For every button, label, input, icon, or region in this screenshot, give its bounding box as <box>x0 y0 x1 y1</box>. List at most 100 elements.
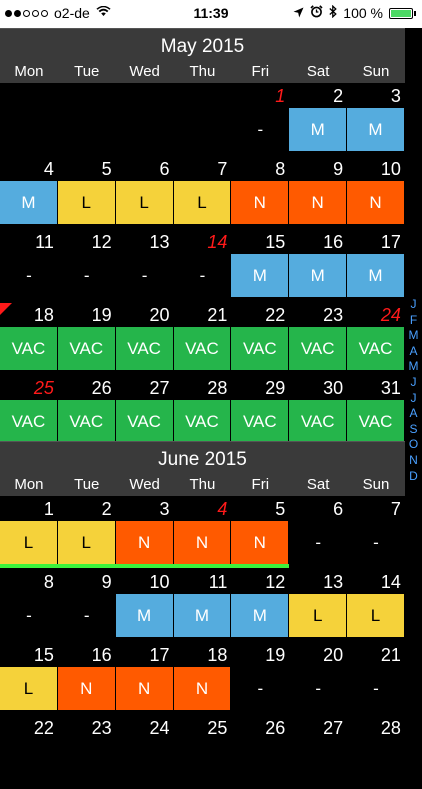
day-cell[interactable]: 27 VAC <box>115 376 174 449</box>
day-cell[interactable]: 19- <box>231 643 289 716</box>
weekday-label: Fri <box>251 476 270 493</box>
day-cell[interactable]: 7- <box>347 497 405 570</box>
month-index-item[interactable]: J <box>405 391 422 407</box>
month-index-item[interactable]: N <box>405 453 422 469</box>
day-cell[interactable]: 23 VAC <box>289 303 348 376</box>
shift-badge: N <box>57 667 116 710</box>
week-row: 1-2M3M <box>0 84 405 157</box>
day-number: 24 <box>380 305 401 325</box>
day-number: 12 <box>91 232 112 252</box>
day-cell[interactable]: 28 <box>347 716 405 789</box>
day-cell[interactable]: 5N <box>231 497 290 570</box>
day-cell[interactable]: 14- <box>174 230 232 303</box>
day-cell[interactable]: 17 M <box>347 230 405 303</box>
day-cell[interactable]: 12- <box>58 230 116 303</box>
day-cell[interactable]: 8N <box>231 157 290 230</box>
day-cell[interactable]: 25 VAC <box>0 376 58 449</box>
day-number: 6 <box>333 499 344 519</box>
day-cell[interactable]: 8- <box>0 570 58 643</box>
day-cell[interactable]: 15 L <box>0 643 58 716</box>
month-index-item[interactable]: M <box>405 328 422 344</box>
day-cell[interactable]: 3N <box>115 497 174 570</box>
month-index-item[interactable]: O <box>405 437 422 453</box>
week-row: 25 VAC 26 VAC 27 VAC 28 VAC 29 VAC 30 VAC 31 VAC <box>0 376 405 449</box>
shift-badge: VAC <box>231 327 290 370</box>
month-index-item[interactable]: F <box>405 313 422 329</box>
day-cell[interactable]: 26 VAC <box>57 376 116 449</box>
day-cell[interactable]: 6- <box>289 497 347 570</box>
day-number: 23 <box>323 305 344 325</box>
day-cell[interactable]: 28 VAC <box>173 376 232 449</box>
day-cell[interactable]: 11- <box>0 230 58 303</box>
day-cell[interactable]: 1L <box>0 497 58 570</box>
day-cell[interactable]: 20- <box>289 643 347 716</box>
month-index-item[interactable]: A <box>405 344 422 360</box>
day-cell[interactable]: 6L <box>115 157 174 230</box>
day-cell[interactable]: 26 <box>231 716 289 789</box>
day-cell[interactable]: 2L <box>57 497 116 570</box>
day-cell[interactable]: 25 <box>174 716 232 789</box>
month-index-item[interactable]: J <box>405 375 422 391</box>
day-number: 6 <box>159 159 170 179</box>
day-cell[interactable]: 20 VAC <box>115 303 174 376</box>
day-cell[interactable]: 22 VAC <box>231 303 290 376</box>
day-cell[interactable]: 7L <box>173 157 232 230</box>
month-index-item[interactable]: M <box>405 359 422 375</box>
day-cell[interactable]: 13- <box>116 230 174 303</box>
day-cell[interactable]: 14 L <box>347 570 405 643</box>
note-flag-icon <box>0 303 12 315</box>
weekday-label: Sun <box>362 63 390 80</box>
period-marker-bar <box>115 564 174 568</box>
month-index-item[interactable]: A <box>405 406 422 422</box>
day-cell[interactable]: 4N <box>173 497 232 570</box>
day-cell[interactable]: 17 N <box>115 643 174 716</box>
day-cell[interactable]: 23 <box>58 716 116 789</box>
no-shift-marker: - <box>83 605 90 625</box>
day-cell[interactable]: 30 VAC <box>289 376 348 449</box>
day-cell[interactable]: 13 L <box>289 570 348 643</box>
weekday-header-row: Mon Tue Wed Thu Fri Sat Sun <box>0 63 405 80</box>
day-number: 4 <box>217 499 228 519</box>
day-cell[interactable]: 29 VAC <box>231 376 290 449</box>
day-cell[interactable]: 12 M <box>231 570 290 643</box>
day-cell[interactable]: 16 N <box>57 643 116 716</box>
day-cell[interactable]: 18 N <box>173 643 232 716</box>
day-cell[interactable]: 10 N <box>347 157 405 230</box>
day-cell[interactable]: 1- <box>231 84 289 157</box>
day-cell[interactable]: 24 VAC <box>347 303 405 376</box>
day-cell[interactable]: 3M <box>347 84 405 157</box>
calendar-scroll-view[interactable]: May 2015 Mon Tue Wed Thu Fri Sat Sun 1-2 M 3 M 4 M 5 L 6… <box>0 28 405 750</box>
day-cell[interactable]: 9- <box>58 570 116 643</box>
day-cell[interactable]: 9N <box>289 157 348 230</box>
day-cell[interactable]: 2M <box>289 84 348 157</box>
day-number: 22 <box>33 718 54 738</box>
no-shift-marker: - <box>26 265 32 285</box>
day-cell[interactable]: 4M <box>0 157 58 230</box>
day-cell[interactable]: 19 VAC <box>57 303 116 376</box>
shift-badge: VAC <box>173 327 232 370</box>
day-cell[interactable]: 10 M <box>115 570 174 643</box>
day-cell[interactable]: 5L <box>57 157 116 230</box>
day-cell[interactable]: 18 VAC <box>0 303 58 376</box>
shift-badge: M <box>231 594 290 637</box>
day-cell[interactable]: 27 <box>289 716 347 789</box>
month-index-item[interactable]: S <box>405 422 422 438</box>
shift-badge: VAC <box>347 400 405 443</box>
day-cell[interactable]: 21 VAC <box>173 303 232 376</box>
period-marker-bar <box>57 564 116 568</box>
day-cell[interactable]: 11 M <box>173 570 232 643</box>
day-cell[interactable]: 15 M <box>231 230 290 303</box>
shift-badge: M <box>231 254 290 297</box>
day-number: 21 <box>380 645 401 665</box>
day-cell[interactable]: 16 M <box>289 230 348 303</box>
day-cell[interactable]: 31 VAC <box>347 376 405 449</box>
week-row: 18 VAC 19 VAC 20 VAC 21 VAC 22 VAC 23 VAC 24 VAC <box>0 303 405 376</box>
weekday-label: Sat <box>306 63 330 80</box>
month-index-item[interactable]: J <box>405 297 422 313</box>
month-index-item[interactable]: D <box>405 469 422 485</box>
month-index-bar[interactable]: JFMAMJJASOND <box>405 297 422 484</box>
day-cell[interactable]: 21- <box>347 643 405 716</box>
day-cell[interactable]: 24 <box>116 716 174 789</box>
day-number: 1 <box>43 499 54 519</box>
day-cell[interactable]: 22 <box>0 716 58 789</box>
